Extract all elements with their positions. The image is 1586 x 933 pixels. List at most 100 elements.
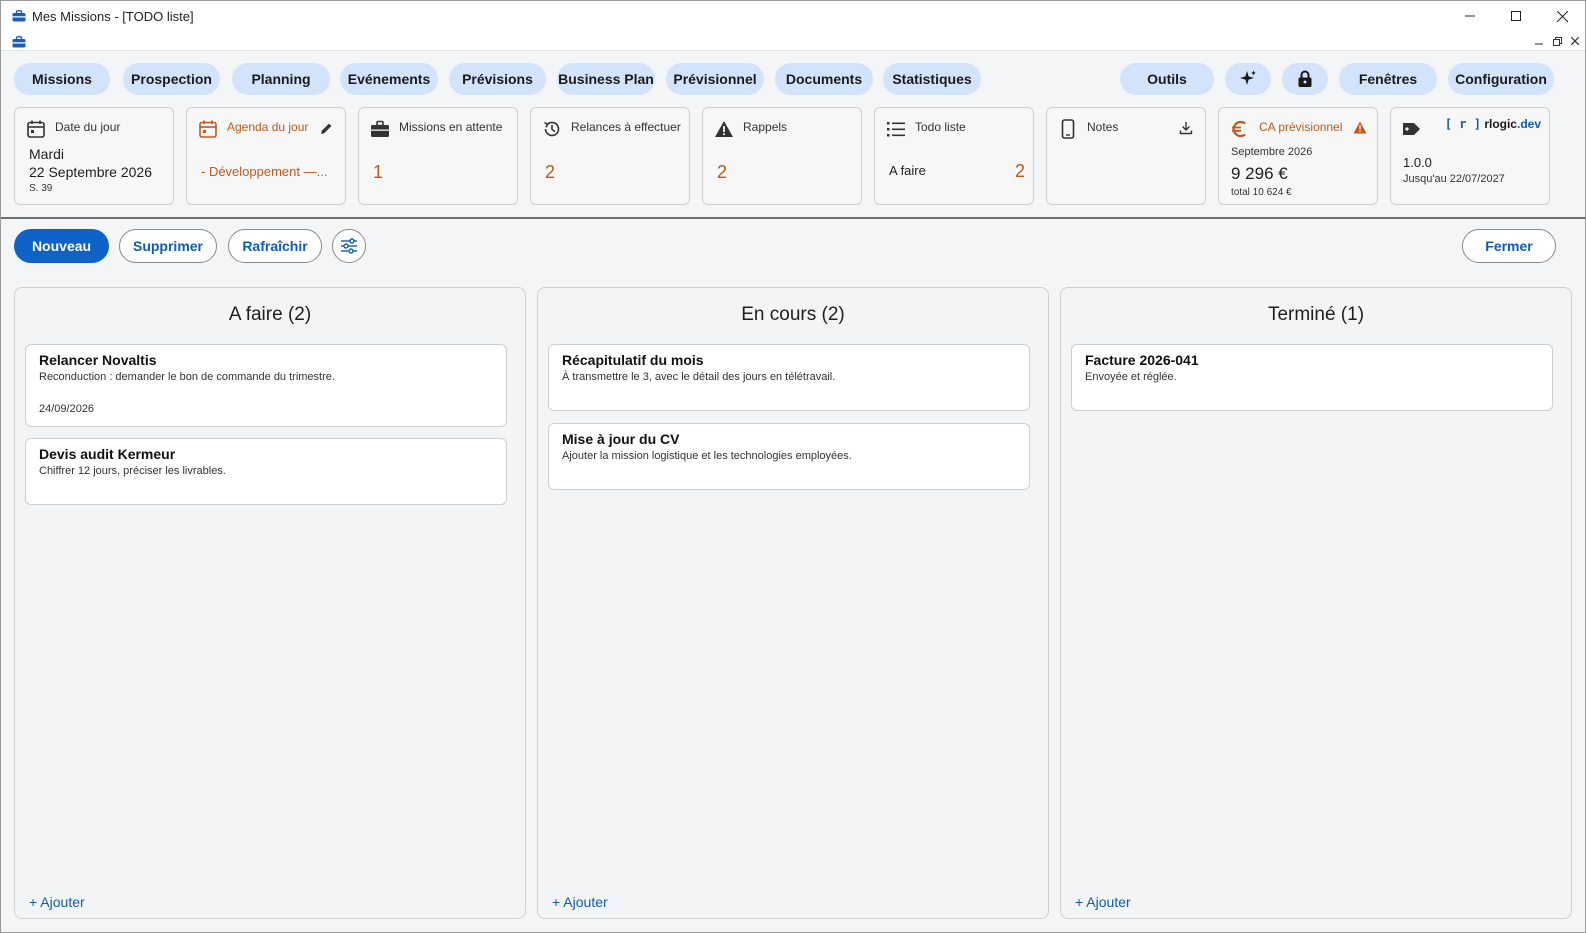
nouveau-button[interactable]: Nouveau [14, 229, 109, 263]
tag-icon [1401, 118, 1423, 140]
main-nav: Missions Prospection Planning Evénements… [1, 52, 1585, 108]
task-date: 24/09/2026 [39, 403, 95, 415]
add-task-link[interactable]: + Ajouter [29, 894, 85, 910]
fermer-button[interactable]: Fermer [1462, 229, 1556, 263]
card-date-title: Date du jour [55, 120, 121, 134]
card-todo-count: 2 [1014, 161, 1025, 181]
card-relances-title: Relances à effectuer [571, 120, 681, 134]
sparkle-icon [1240, 70, 1256, 85]
filter-settings-button[interactable] [332, 229, 366, 263]
lock-button[interactable] [1282, 63, 1328, 95]
card-version[interactable]: [ r ] rlogic.dev 1.0.0 Jusqu'au 22/07/20… [1390, 107, 1550, 205]
dashboard-cards: Date du jour Mardi 22 Septembre 2026 S. … [1, 107, 1585, 217]
card-relances[interactable]: Relances à effectuer 2 [530, 107, 690, 205]
nav-missions[interactable]: Missions [14, 63, 110, 95]
task-description: À transmettre le 3, avec le détail des j… [562, 371, 836, 383]
app-window: Mes Missions - [TODO liste] Missions Pro… [0, 0, 1586, 933]
toolbox-icon [12, 10, 26, 22]
card-todo-label: A faire [889, 163, 926, 178]
lock-icon [1298, 70, 1312, 87]
euro-icon [1229, 118, 1251, 140]
card-date-day: Mardi [29, 146, 65, 162]
nav-business-plan[interactable]: Business Plan [557, 63, 655, 95]
calendar-icon [25, 118, 47, 140]
column-title: A faire (2) [228, 304, 312, 325]
card-agenda[interactable]: Agenda du jour - Développement —... [186, 107, 346, 205]
minimize-button[interactable] [1447, 1, 1493, 31]
card-missions-attente[interactable]: Missions en attente 1 [358, 107, 518, 205]
card-ca-previsionnel[interactable]: CA prévisionnel Septembre 2026 9 296 € t… [1218, 107, 1378, 205]
mdi-restore-button[interactable] [1549, 34, 1565, 48]
download-icon[interactable] [1179, 121, 1193, 140]
nav-outils[interactable]: Outils [1120, 63, 1214, 95]
rafraichir-button[interactable]: Rafraîchir [228, 229, 322, 263]
maximize-button[interactable] [1493, 1, 1539, 31]
phone-icon [1057, 118, 1079, 140]
filter-settings-icon [341, 238, 357, 254]
calendar-icon [197, 118, 219, 140]
card-ca-amount: 9 296 € [1231, 164, 1288, 183]
task-title: Relancer Novaltis [39, 352, 157, 368]
task-description: Envoyée et réglée. [1085, 371, 1177, 383]
card-version-until: Jusqu'au 22/07/2027 [1403, 173, 1505, 185]
warning-icon [1353, 121, 1367, 139]
nav-prospection[interactable]: Prospection [123, 63, 220, 95]
card-relances-count: 2 [545, 162, 556, 182]
card-todo[interactable]: Todo liste A faire 2 [874, 107, 1034, 205]
column-a-faire: A faire (2) Relancer Novaltis Reconducti… [14, 287, 526, 919]
pencil-icon[interactable] [320, 122, 333, 140]
window-title: Mes Missions - [TODO liste] [32, 8, 194, 24]
card-missions-attente-title: Missions en attente [399, 120, 503, 134]
task-title: Facture 2026-041 [1085, 352, 1199, 368]
card-agenda-entry: - Développement —... [201, 164, 328, 179]
card-notes[interactable]: Notes [1046, 107, 1206, 205]
card-missions-attente-count: 1 [373, 162, 384, 182]
nav-previsions[interactable]: Prévisions [449, 63, 546, 95]
minimize-icon [1535, 43, 1543, 45]
mdi-bar [1, 31, 1585, 51]
nav-planning[interactable]: Planning [232, 63, 330, 95]
close-icon [1571, 37, 1579, 45]
add-task-link[interactable]: + Ajouter [1075, 894, 1131, 910]
card-rappels[interactable]: Rappels 2 [702, 107, 862, 205]
task-description: Reconduction : demander le bon de comman… [39, 371, 335, 383]
task-card[interactable]: Mise à jour du CV Ajouter la mission log… [548, 423, 1030, 490]
task-title: Mise à jour du CV [562, 431, 680, 447]
close-button[interactable] [1539, 1, 1585, 31]
maximize-icon [1511, 11, 1521, 21]
task-title: Récapitulatif du mois [562, 352, 704, 368]
close-icon [1556, 10, 1568, 22]
card-ca-title: CA prévisionnel [1259, 120, 1343, 134]
card-rappels-count: 2 [717, 162, 728, 182]
nav-configuration[interactable]: Configuration [1448, 63, 1554, 95]
card-ca-month: Septembre 2026 [1231, 146, 1313, 158]
card-date-week: S. 39 [29, 183, 53, 194]
history-icon [541, 118, 563, 140]
assistant-button[interactable] [1225, 63, 1271, 95]
task-card[interactable]: Facture 2026-041 Envoyée et réglée. [1071, 344, 1553, 411]
warning-icon [713, 118, 735, 140]
supprimer-button[interactable]: Supprimer [119, 229, 217, 263]
maximize-icon [1552, 36, 1562, 46]
toolbar: Nouveau Supprimer Rafraîchir Fermer [1, 219, 1585, 283]
nav-documents[interactable]: Documents [775, 63, 873, 95]
card-date-full: 22 Septembre 2026 [29, 164, 152, 180]
nav-previsionnel[interactable]: Prévisionnel [666, 63, 764, 95]
task-card[interactable]: Récapitulatif du mois À transmettre le 3… [548, 344, 1030, 411]
task-card[interactable]: Devis audit Kermeur Chiffrer 12 jours, p… [25, 438, 507, 505]
card-version-number: 1.0.0 [1403, 155, 1432, 170]
add-task-link[interactable]: + Ajouter [552, 894, 608, 910]
window-controls [1447, 1, 1585, 31]
nav-fenetres[interactable]: Fenêtres [1339, 63, 1437, 95]
task-title: Devis audit Kermeur [39, 446, 176, 462]
title-bar: Mes Missions - [TODO liste] [1, 1, 1585, 31]
brand-logo: [ r ] rlogic.dev [1444, 117, 1541, 131]
nav-statistiques[interactable]: Statistiques [883, 63, 981, 95]
card-date[interactable]: Date du jour Mardi 22 Septembre 2026 S. … [14, 107, 174, 205]
mdi-minimize-button[interactable] [1531, 34, 1547, 48]
card-ca-total: total 10 624 € [1231, 187, 1292, 198]
nav-evenements[interactable]: Evénements [340, 63, 438, 95]
mdi-close-button[interactable] [1567, 34, 1583, 48]
task-card[interactable]: Relancer Novaltis Reconduction : demande… [25, 344, 507, 427]
column-title: Terminé (1) [1267, 304, 1365, 325]
